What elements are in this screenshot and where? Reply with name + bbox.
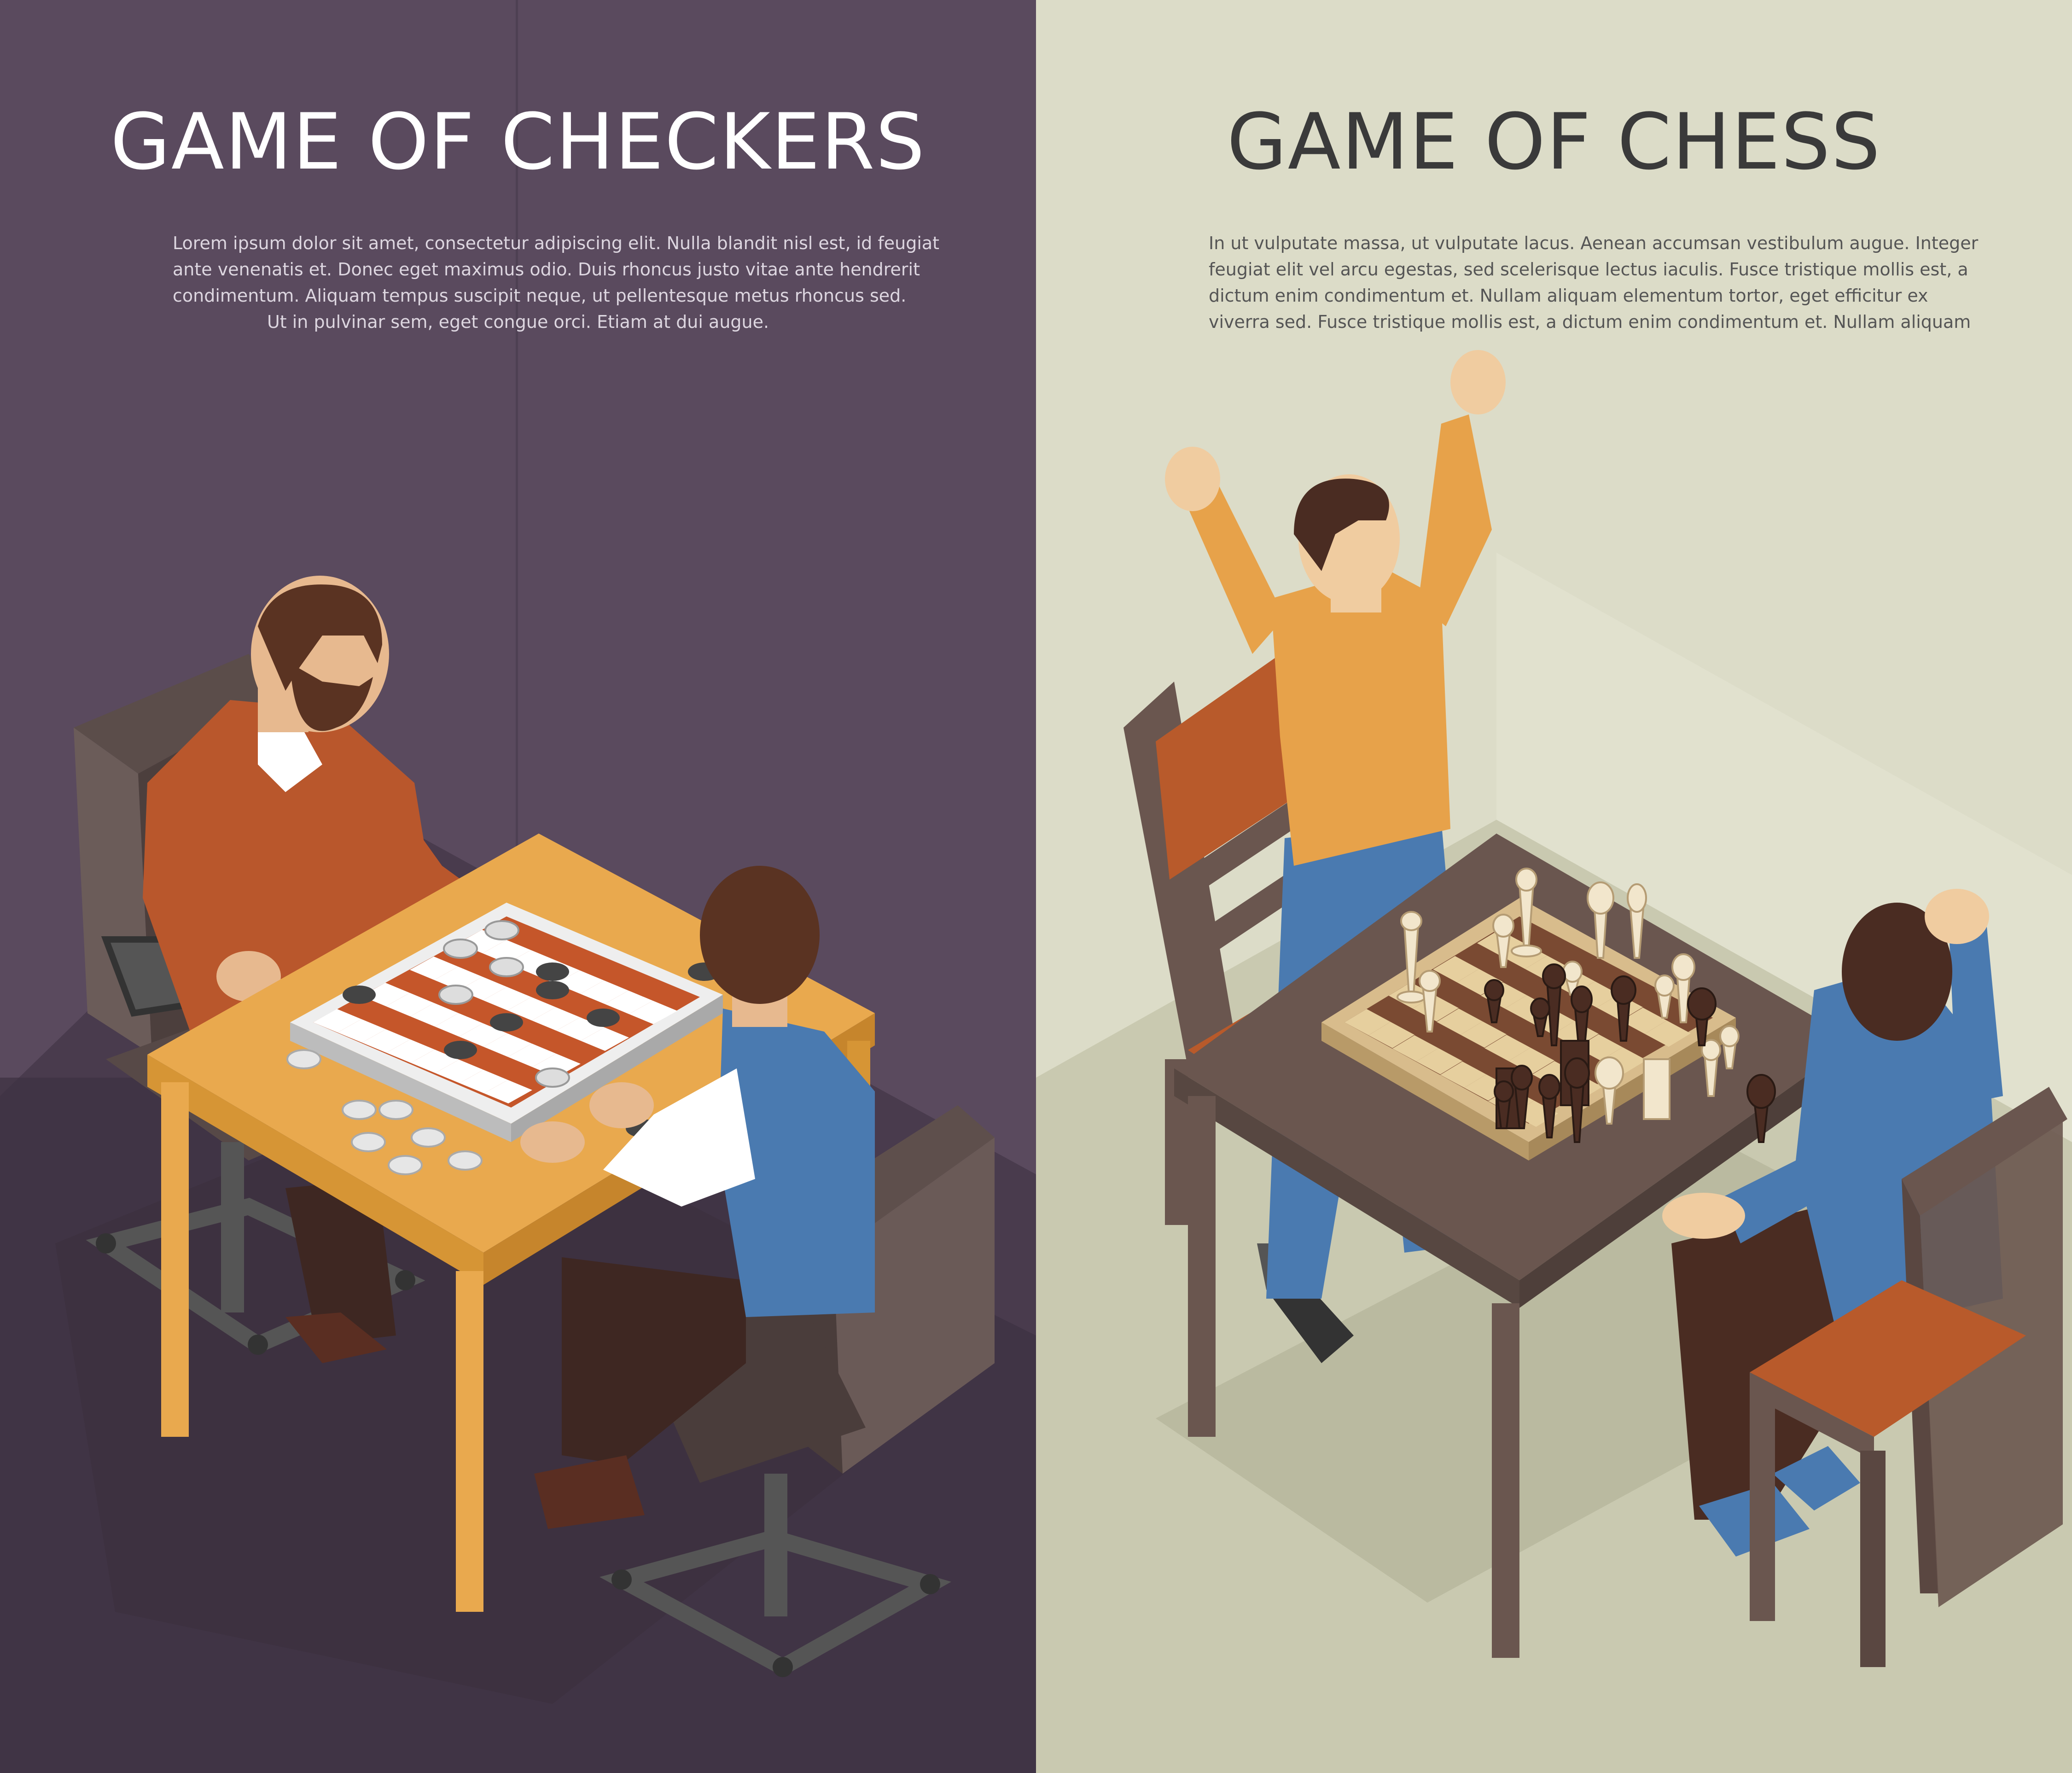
chess-text-line: viverra sed. Fusce tristique mollis est,… xyxy=(1209,312,1971,332)
checkers-text-line: Ut in pulvinar sem, eget congue orci. Et… xyxy=(267,312,769,332)
checkers-text-line: ante venenatis et. Donec eget maximus od… xyxy=(173,259,920,280)
checkers-description: Lorem ipsum dolor sit amet, consectetur … xyxy=(173,230,940,335)
chess-title: GAME OF CHESS xyxy=(1227,97,1881,187)
chess-description: In ut vulputate massa, ut vulputate lacu… xyxy=(1209,230,1979,335)
chess-banner: GAME OF CHESS In ut vulputate massa, ut … xyxy=(1036,0,2072,1773)
checkers-title: GAME OF CHECKERS xyxy=(110,97,926,187)
checkers-text-line: condimentum. Aliquam tempus suscipit neq… xyxy=(173,286,907,306)
chess-text-line: feugiat elit vel arcu egestas, sed scele… xyxy=(1209,259,1968,280)
checkers-text-line: Lorem ipsum dolor sit amet, consectetur … xyxy=(173,233,940,253)
chess-text-line: In ut vulputate massa, ut vulputate lacu… xyxy=(1209,233,1979,253)
checkers-banner: GAME OF CHECKERS Lorem ipsum dolor sit a… xyxy=(0,0,1036,1773)
chess-text-line: dictum enim condimentum et. Nullam aliqu… xyxy=(1209,286,1928,306)
